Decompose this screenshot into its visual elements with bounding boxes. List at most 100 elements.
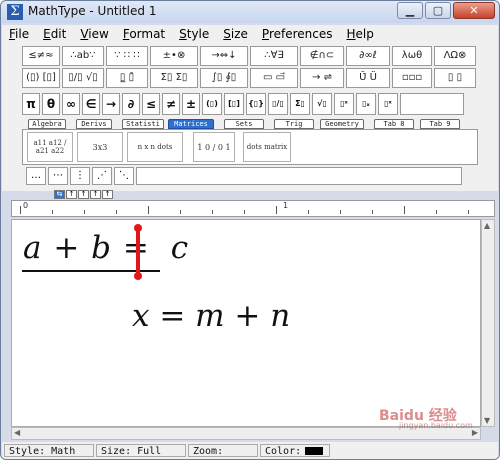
tab-scroll-up2-icon[interactable]: ↑ [78, 190, 89, 199]
equation-1-left: a + b = [23, 230, 150, 266]
tab-scroll-up-icon[interactable]: ↑ [66, 190, 77, 199]
menu-file[interactable]: File [2, 27, 36, 41]
logic-palette-button[interactable]: ∴∀∃ [250, 46, 298, 66]
cursor-bottom-handle[interactable] [134, 272, 142, 280]
ellipsis-diagonal-down-button[interactable]: ⋱ [114, 167, 134, 185]
ruler[interactable]: 0 1 [11, 200, 495, 217]
subscript-palette-button[interactable]: ▯̲ ▯̄ [106, 68, 148, 88]
parens-template-button[interactable]: (▯) [202, 93, 222, 115]
ruler-tick [340, 210, 341, 214]
matrix-3x3-button[interactable]: 3x3 [77, 132, 123, 162]
minimize-button[interactable]: ▁ [397, 2, 423, 19]
maximize-button[interactable]: ▢ [425, 2, 451, 19]
ellipsis-vertical-button[interactable]: ⋮ [70, 167, 90, 185]
tab-9[interactable]: Tab 9 [420, 119, 460, 129]
arrows-palette-button[interactable]: →⇔↓ [200, 46, 248, 66]
ruler-mark-0: 0 [23, 201, 29, 210]
tab-scroll-end-icon[interactable]: ↑ [102, 190, 113, 199]
scroll-up-icon[interactable]: ▲ [484, 221, 490, 230]
equation-editor-canvas[interactable]: a + b = c x = m + n [11, 219, 481, 427]
sigma-icon: Σ [7, 4, 23, 20]
tab-geometry[interactable]: Geometry [320, 119, 364, 129]
superscript-template-button[interactable]: ▯ˣ [334, 93, 354, 115]
menu-style[interactable]: Style [172, 27, 216, 41]
dots-matrix-label: dots matrix [246, 143, 288, 151]
menu-preferences[interactable]: Preferences [255, 27, 340, 41]
menu-view[interactable]: View [73, 27, 115, 41]
relations-palette-button[interactable]: ≤≠≈ [22, 46, 60, 66]
spaces-palette-button[interactable]: ∴ab∵ [62, 46, 104, 66]
cursor-top-handle[interactable] [134, 224, 142, 232]
tab-derivs[interactable]: Derivs [76, 119, 112, 129]
menu-size[interactable]: Size [216, 27, 255, 41]
mini-toolbar: ⇆ ↑ ↑ ↑ ↑ [54, 190, 113, 199]
operators-palette-button[interactable]: ±•⊗ [150, 46, 198, 66]
braces-template-button[interactable]: {▯} [246, 93, 266, 115]
fraction-template-button[interactable]: ▯/▯ [268, 93, 288, 115]
matrix-palette-button[interactable]: ▫▫▫ [392, 68, 432, 88]
not-equal-button[interactable]: ≠ [162, 93, 180, 115]
fences-palette-button[interactable]: (▯) [▯] [22, 68, 60, 88]
greek-lower-palette-button[interactable]: λωθ [392, 46, 432, 66]
arrow-button[interactable]: → [102, 93, 120, 115]
embellishments-palette-button[interactable]: ∵ ∷ ∷ [106, 46, 148, 66]
less-equal-button[interactable]: ≤ [142, 93, 160, 115]
menu-format[interactable]: Format [116, 27, 172, 41]
minimize-icon: ▁ [405, 4, 415, 17]
products-palette-button[interactable]: Ū̇ Ü [346, 68, 390, 88]
tab-algebra[interactable]: Algebra [28, 119, 66, 129]
window-controls: ▁ ▢ ✕ [397, 2, 495, 19]
ellipsis-baseline-button[interactable]: … [26, 167, 46, 185]
subscript-template-button[interactable]: ▯ₓ [356, 93, 376, 115]
tab-8[interactable]: Tab 8 [374, 119, 414, 129]
menu-edit[interactable]: Edit [36, 27, 73, 41]
matrix-2x2-label: a11 a12 / a21 a22 [33, 139, 67, 155]
set-theory-palette-button[interactable]: ∉∩⊂ [300, 46, 344, 66]
misc-symbols-palette-button[interactable]: ∂∞ℓ [346, 46, 390, 66]
greek-upper-palette-button[interactable]: ΛΩ⊗ [434, 46, 476, 66]
labeled-arrows-palette-button[interactable]: → ⇌ [300, 68, 344, 88]
ruler-tick [180, 210, 181, 214]
plus-minus-button[interactable]: ± [182, 93, 200, 115]
toolbar-area: ≤≠≈ ∴ab∵ ∵ ∷ ∷ ±•⊗ →⇔↓ ∴∀∃ ∉∩⊂ ∂∞ℓ λωθ Λ… [2, 43, 498, 199]
tab-statistics[interactable]: Statisti [122, 119, 164, 129]
partial-button[interactable]: ∂ [122, 93, 140, 115]
identity-matrix-button[interactable]: 1 0 / 0 1 [193, 132, 235, 162]
tab-trig[interactable]: Trig [274, 119, 314, 129]
brackets-template-button[interactable]: [▯] [224, 93, 244, 115]
vertical-scrollbar[interactable]: ▲ ▼ [481, 219, 495, 427]
menu-bar: File Edit View Format Style Size Prefere… [2, 25, 498, 43]
fractions-palette-button[interactable]: ▯/▯ √▯ [62, 68, 104, 88]
ruler-tick [276, 206, 277, 214]
equation-2[interactable]: x = m + n [132, 298, 290, 334]
sub-superscript-template-button[interactable]: ▯ˣ [378, 93, 398, 115]
summation-palette-button[interactable]: Σ▯ Σ▯ [150, 68, 198, 88]
infinity-button[interactable]: ∞ [62, 93, 80, 115]
element-of-button[interactable]: ∈ [82, 93, 100, 115]
close-button[interactable]: ✕ [453, 2, 495, 19]
ellipsis-center-button[interactable]: ⋯ [48, 167, 68, 185]
sum-template-button[interactable]: Σ▯ [290, 93, 310, 115]
pi-button[interactable]: π [22, 93, 40, 115]
root-template-button[interactable]: √▯ [312, 93, 332, 115]
scroll-left-icon[interactable]: ◀ [14, 428, 20, 437]
status-color-label: Color: [265, 446, 302, 457]
ellipsis-diagonal-up-button[interactable]: ⋰ [92, 167, 112, 185]
equation-1[interactable]: a + b = c [23, 230, 189, 266]
scroll-down-icon[interactable]: ▼ [484, 416, 490, 425]
matrix-2x2-button[interactable]: a11 a12 / a21 a22 [27, 132, 73, 162]
identity-matrix-label: 1 0 / 0 1 [197, 142, 231, 152]
bars-palette-button[interactable]: ▭ ▭⃗ [250, 68, 298, 88]
menu-help[interactable]: Help [340, 27, 381, 41]
dots-matrix-button[interactable]: dots matrix [243, 132, 291, 162]
matrix-nxn-label: n x n dots [137, 143, 173, 151]
integrals-palette-button[interactable]: ∫▯ ∮▯ [200, 68, 248, 88]
ruler-tick [52, 210, 53, 214]
theta-button[interactable]: θ [42, 93, 60, 115]
tab-scroll-right-icon[interactable]: ↑ [90, 190, 101, 199]
matrix-nxn-button[interactable]: n x n dots [127, 132, 183, 162]
tab-sets[interactable]: Sets [224, 119, 264, 129]
tab-scroll-left-icon[interactable]: ⇆ [54, 190, 65, 199]
tab-matrices[interactable]: Matrices [168, 119, 214, 129]
boxes-palette-button[interactable]: ▯ ▯ [434, 68, 476, 88]
